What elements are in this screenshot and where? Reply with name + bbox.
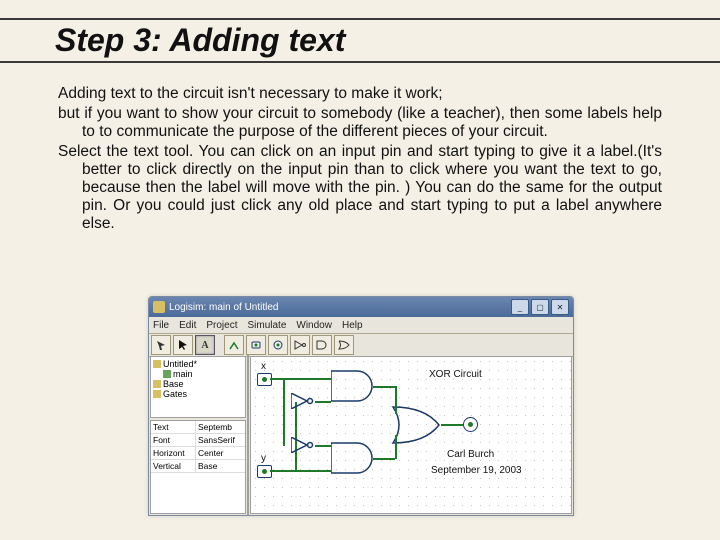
tree-base[interactable]: Base — [163, 379, 184, 389]
wire[interactable] — [395, 386, 397, 414]
and-gate[interactable] — [331, 369, 377, 403]
window-title-label: Logisim: main of Untitled — [169, 302, 511, 313]
wire-tool[interactable] — [224, 335, 244, 355]
prop-val[interactable]: SansSerif — [196, 434, 245, 446]
slide-body: Adding text to the circuit isn't necessa… — [58, 85, 662, 235]
body-p3: Select the text tool. You can click on a… — [58, 143, 662, 233]
prop-key: Vertical — [151, 460, 196, 472]
output-pin[interactable] — [463, 417, 478, 432]
app-icon — [153, 301, 165, 313]
prop-key: Horizont — [151, 447, 196, 459]
poke-tool[interactable] — [151, 335, 171, 355]
input-pin-tool[interactable] — [246, 335, 266, 355]
wire[interactable] — [283, 378, 285, 446]
prop-val[interactable]: Septemb — [196, 421, 245, 433]
or-gate[interactable] — [391, 405, 443, 445]
pin-label-x[interactable]: x — [261, 361, 266, 372]
wire[interactable] — [395, 435, 397, 459]
wire[interactable] — [315, 401, 331, 403]
left-panel: Untitled* main Base Gates TextSeptemb Fo… — [149, 355, 249, 515]
logisim-window: Logisim: main of Untitled _ ▢ ✕ File Edi… — [148, 296, 574, 516]
prop-val[interactable]: Base — [196, 460, 245, 472]
tree-main[interactable]: main — [173, 369, 193, 379]
menu-help[interactable]: Help — [342, 320, 363, 331]
close-button[interactable]: ✕ — [551, 299, 569, 315]
select-tool[interactable] — [173, 335, 193, 355]
wire[interactable] — [306, 378, 331, 380]
canvas-label-author[interactable]: Carl Burch — [447, 449, 494, 460]
menu-simulate[interactable]: Simulate — [247, 320, 286, 331]
canvas-label-title[interactable]: XOR Circuit — [429, 369, 482, 380]
slide-title-bar: Step 3: Adding text — [0, 18, 720, 63]
canvas-label-date[interactable]: September 19, 2003 — [431, 465, 522, 476]
input-pin-y[interactable] — [257, 465, 272, 478]
maximize-button[interactable]: ▢ — [531, 299, 549, 315]
output-pin-tool[interactable] — [268, 335, 288, 355]
menu-file[interactable]: File — [153, 320, 169, 331]
menu-project[interactable]: Project — [206, 320, 237, 331]
menu-edit[interactable]: Edit — [179, 320, 196, 331]
wire[interactable] — [315, 445, 331, 447]
wire[interactable] — [373, 458, 395, 460]
body-p2: but if you want to show your circuit to … — [58, 105, 662, 141]
wire[interactable] — [270, 378, 306, 380]
prop-key: Font — [151, 434, 196, 446]
wire[interactable] — [373, 386, 395, 388]
menu-window[interactable]: Window — [296, 320, 332, 331]
slide-title: Step 3: Adding text — [0, 22, 720, 59]
tree-gates[interactable]: Gates — [163, 389, 187, 399]
minimize-button[interactable]: _ — [511, 299, 529, 315]
window-titlebar[interactable]: Logisim: main of Untitled _ ▢ ✕ — [149, 297, 573, 317]
wire[interactable] — [270, 470, 306, 472]
body-p1: Adding text to the circuit isn't necessa… — [58, 85, 662, 103]
or-gate-tool[interactable] — [334, 335, 354, 355]
pin-label-y[interactable]: y — [261, 453, 266, 464]
input-pin-x[interactable] — [257, 373, 272, 386]
wire[interactable] — [306, 470, 331, 472]
prop-val[interactable]: Center — [196, 447, 245, 459]
wire[interactable] — [295, 402, 297, 470]
wire[interactable] — [441, 424, 463, 426]
prop-key: Text — [151, 421, 196, 433]
properties-table[interactable]: TextSeptemb FontSansSerif HorizontCenter… — [150, 420, 246, 514]
toolbar: A — [149, 334, 573, 357]
not-gate[interactable] — [291, 437, 315, 453]
explorer-tree[interactable]: Untitled* main Base Gates — [150, 356, 246, 418]
and-gate-tool[interactable] — [312, 335, 332, 355]
circuit-canvas[interactable]: x y — [250, 356, 572, 514]
text-tool[interactable]: A — [195, 335, 215, 355]
menubar: File Edit Project Simulate Window Help — [149, 317, 573, 334]
not-gate[interactable] — [291, 393, 315, 409]
and-gate[interactable] — [331, 441, 377, 475]
not-gate-tool[interactable] — [290, 335, 310, 355]
tree-root[interactable]: Untitled* — [163, 359, 197, 369]
